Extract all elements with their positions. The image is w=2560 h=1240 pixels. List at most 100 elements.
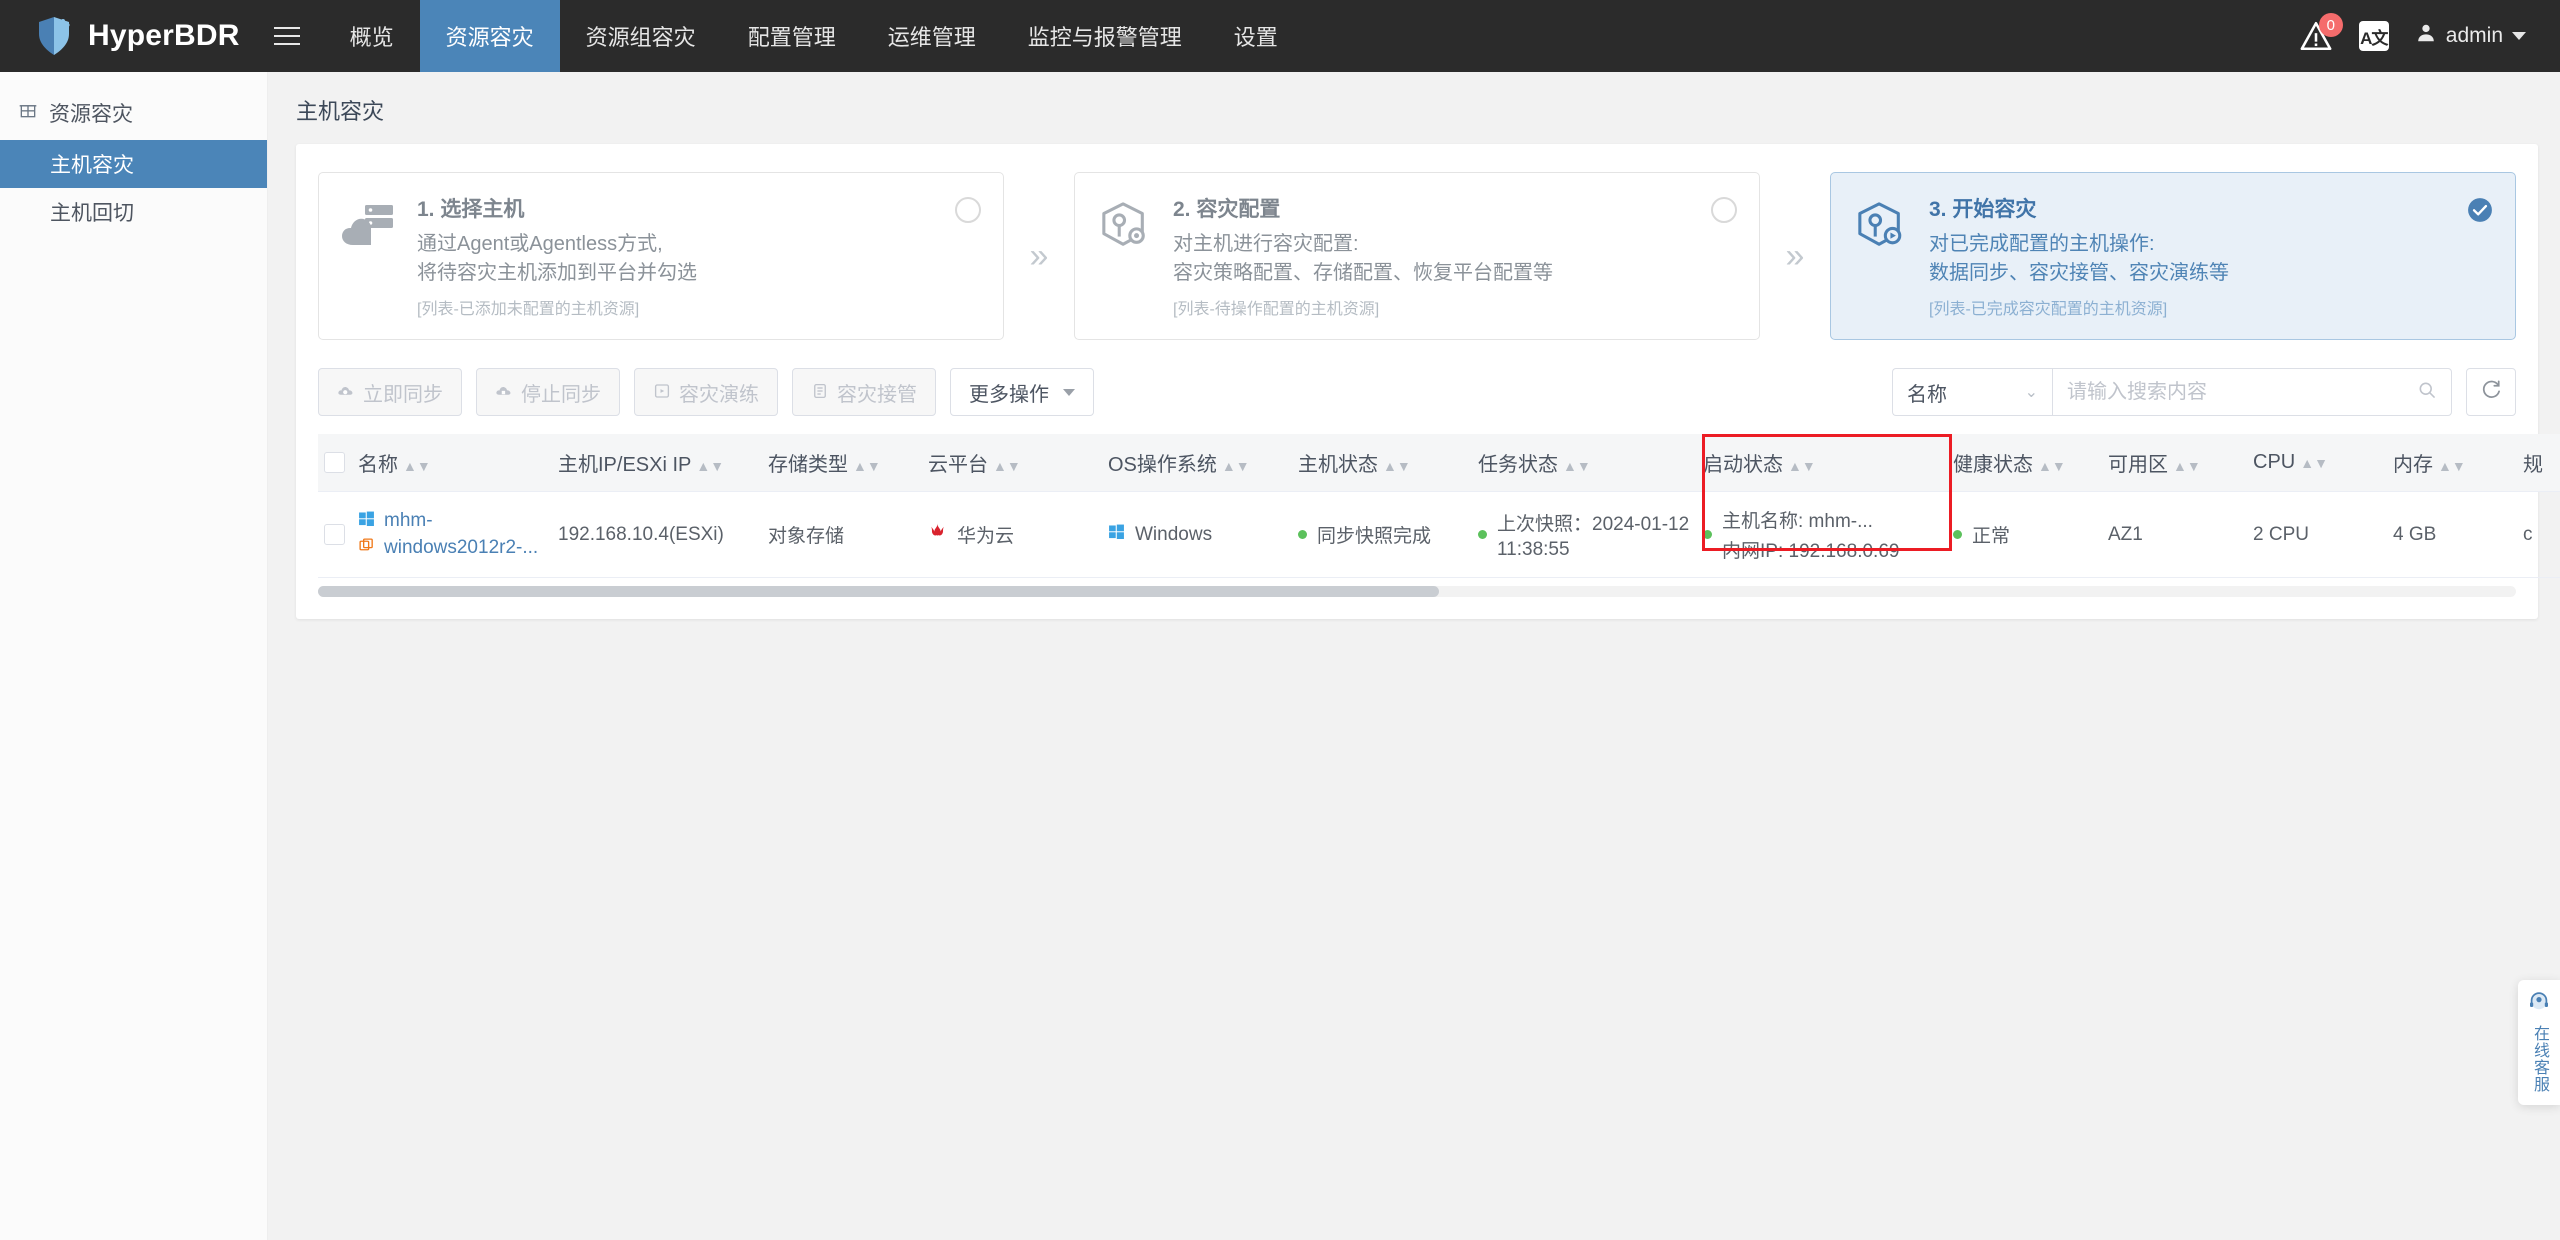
nav-item-config-management[interactable]: 配置管理	[722, 0, 862, 72]
windows-os-icon	[358, 510, 375, 533]
sidebar-group-resource-dr[interactable]: 资源容灾	[0, 86, 267, 140]
step-note: [列表-已添加未配置的主机资源]	[417, 301, 640, 318]
host-state-label: 同步快照完成	[1317, 526, 1432, 547]
header-host-state[interactable]: 主机状态 ▲▼	[1292, 434, 1472, 492]
scrollbar-thumb[interactable]	[318, 586, 1439, 597]
select-all-checkbox[interactable]	[324, 452, 345, 474]
headset-support-icon	[2527, 990, 2551, 1019]
step-title: 1. 选择主机	[417, 198, 525, 221]
sync-now-icon	[337, 382, 355, 403]
cloud-platform-label: 华为云	[957, 526, 1015, 547]
step-title: 3. 开始容灾	[1929, 198, 2037, 221]
alert-count-badge: 0	[2318, 13, 2343, 37]
button-label: 容灾接管	[837, 383, 917, 406]
dr-drill-button[interactable]: 容灾演练	[634, 368, 778, 416]
header-memory[interactable]: 内存 ▲▼	[2387, 434, 2517, 492]
status-dot-icon	[1298, 530, 1307, 539]
host-table: 名称 ▲▼ 主机IP/ESXi IP ▲▼ 存储类型 ▲▼ 云平台 ▲▼ OS操作系统 ▲…	[318, 434, 2560, 578]
stop-sync-icon	[495, 382, 513, 403]
header-spec[interactable]: 规	[2517, 434, 2560, 492]
sync-now-button[interactable]: 立即同步	[318, 368, 462, 416]
nav-item-resource-group-dr[interactable]: 资源组容灾	[560, 0, 722, 72]
language-label: A文	[2360, 28, 2388, 48]
nav-item-resource-dr[interactable]: 资源容灾	[419, 0, 560, 72]
nav-item-overview[interactable]: 概览	[324, 0, 420, 72]
top-right-actions: 0 A文 admin	[2299, 0, 2560, 72]
header-boot-state[interactable]: 启动状态 ▲▼	[1697, 434, 1947, 492]
step-line-1: 通过Agent或Agentless方式,	[417, 233, 663, 255]
nav-label: 资源容灾	[445, 25, 534, 50]
step-line-2: 将待容灾主机添加到平台并勾选	[417, 262, 697, 284]
header-label: 云平台	[928, 454, 988, 476]
header-os[interactable]: OS操作系统 ▲▼	[1102, 434, 1292, 492]
search-group: 名称 ⌄	[1892, 368, 2452, 416]
search-input[interactable]	[2067, 380, 2417, 404]
row-checkbox[interactable]	[324, 523, 345, 545]
refresh-button[interactable]	[2466, 368, 2516, 416]
header-label: 任务状态	[1478, 454, 1558, 476]
more-actions-button[interactable]: 更多操作	[950, 368, 1094, 416]
button-label: 容灾演练	[679, 383, 759, 406]
header-name[interactable]: 名称 ▲▼	[352, 434, 552, 492]
sort-arrows-icon: ▲▼	[993, 458, 1021, 474]
vm-instance-icon	[358, 537, 375, 560]
host-name-line-1: mhm-	[384, 510, 433, 531]
table-row[interactable]: mhm- windows2012r2-... 192.168.10.4(ESXi…	[318, 491, 2560, 578]
step-card-select-host[interactable]: 1. 选择主机 通过Agent或Agentless方式, 将待容灾主机添加到平台…	[318, 172, 1004, 340]
sort-arrows-icon: ▲▼	[853, 458, 881, 474]
step-card-start-dr[interactable]: 3. 开始容灾 对已完成配置的主机操作: 数据同步、容灾接管、容灾演练等 [列表…	[1830, 172, 2516, 340]
header-label: CPU	[2253, 451, 2296, 473]
sidebar-item-host-failback[interactable]: 主机回切	[0, 188, 267, 236]
cloud-server-icon	[341, 193, 397, 319]
header-ip[interactable]: 主机IP/ESXi IP ▲▼	[552, 434, 762, 492]
nav-item-settings[interactable]: 设置	[1208, 0, 1304, 72]
sort-arrows-icon: ▲▼	[696, 458, 725, 474]
host-table-container: 名称 ▲▼ 主机IP/ESXi IP ▲▼ 存储类型 ▲▼ 云平台 ▲▼ OS操作系统 ▲…	[318, 434, 2560, 578]
shield-logo-icon	[36, 16, 74, 56]
table-toolbar: 立即同步 停止同步 容灾演练 容灾接管 更多操作 名称 ⌄ 请输入搜索内容	[296, 368, 2538, 416]
header-select-all[interactable]	[318, 434, 352, 492]
header-health-state[interactable]: 健康状态 ▲▼	[1947, 434, 2102, 492]
row-checkbox-cell[interactable]	[318, 491, 352, 578]
sort-arrows-icon: ▲▼	[2300, 455, 2328, 471]
step-title: 2. 容灾配置	[1173, 198, 1281, 221]
search-box[interactable]	[2052, 368, 2452, 416]
cell-name[interactable]: mhm- windows2012r2-...	[352, 491, 552, 578]
header-availability-zone[interactable]: 可用区 ▲▼	[2102, 434, 2247, 492]
sidebar-item-label: 主机容灾	[50, 154, 134, 177]
header-cloud-platform[interactable]: 云平台 ▲▼	[922, 434, 1102, 492]
warning-bell-icon[interactable]: 0	[2299, 13, 2343, 53]
cell-availability-zone: AZ1	[2102, 491, 2247, 578]
dr-failover-button[interactable]: 容灾接管	[792, 368, 936, 416]
header-cpu[interactable]: CPU ▲▼	[2247, 434, 2387, 492]
failover-icon	[811, 382, 829, 403]
header-label: 启动状态	[1703, 454, 1783, 476]
online-service-widget[interactable]: 在线客服	[2518, 980, 2560, 1105]
nav-item-ops-management[interactable]: 运维管理	[862, 0, 1002, 72]
header-label: 规	[2523, 454, 2543, 476]
header-storage-type[interactable]: 存储类型 ▲▼	[762, 434, 922, 492]
step-card-dr-config[interactable]: 2. 容灾配置 对主机进行容灾配置: 容灾策略配置、存储配置、恢复平台配置等 […	[1074, 172, 1760, 340]
hamburger-menu-icon[interactable]	[250, 0, 324, 72]
page-title: 主机容灾	[296, 99, 385, 124]
nav-item-monitoring-alerts[interactable]: 监控与报警管理	[1002, 0, 1208, 72]
nav-label: 资源组容灾	[585, 25, 696, 50]
header-label: 健康状态	[1953, 454, 2033, 476]
refresh-icon	[2480, 379, 2502, 406]
magnifier-icon[interactable]	[2417, 380, 2437, 405]
nav-label: 运维管理	[887, 25, 976, 50]
language-translate-icon[interactable]: A文	[2358, 21, 2389, 51]
stop-sync-button[interactable]: 停止同步	[476, 368, 620, 416]
sidebar-item-host-dr[interactable]: 主机容灾	[0, 140, 267, 188]
brand-logo-area[interactable]: HyperBDR	[0, 0, 250, 72]
nav-label: 监控与报警管理	[1027, 25, 1182, 50]
header-task-state[interactable]: 任务状态 ▲▼	[1472, 434, 1697, 492]
search-field-select[interactable]: 名称 ⌄	[1892, 368, 2052, 416]
header-label: 可用区	[2108, 454, 2168, 476]
task-state-line-2: 11:38:55	[1497, 538, 1570, 560]
step-note: [列表-待操作配置的主机资源]	[1173, 301, 1380, 318]
table-horizontal-scrollbar[interactable]	[318, 586, 2516, 597]
cell-boot-state: 主机名称: mhm-... 内网IP: 192.168.0.69	[1697, 491, 1947, 578]
user-menu[interactable]: admin	[2415, 22, 2526, 50]
sort-arrows-icon: ▲▼	[1563, 458, 1591, 474]
